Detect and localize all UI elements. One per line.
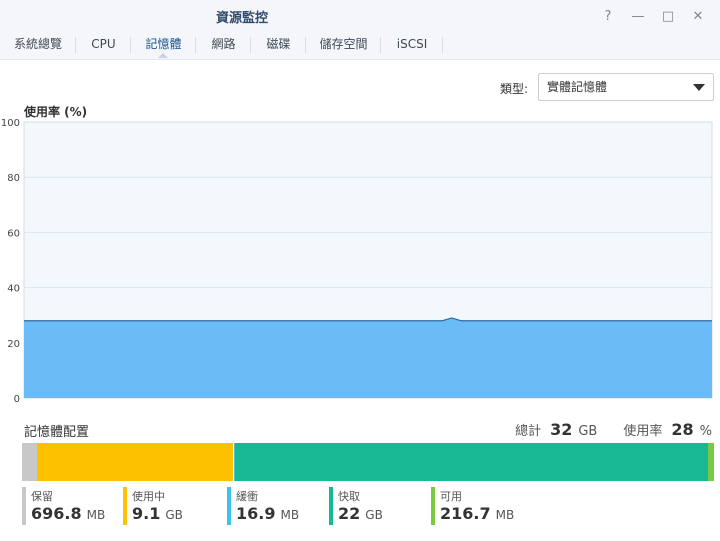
memory-allocation-bar bbox=[22, 443, 714, 481]
legend-name: 保留 bbox=[31, 490, 53, 503]
tab-label: 網路 bbox=[211, 37, 236, 51]
usage-area bbox=[24, 317, 712, 398]
type-filter-value: 實體記憶體 bbox=[547, 80, 608, 94]
legend-unit: MB bbox=[280, 508, 300, 522]
legend-unit: MB bbox=[86, 508, 106, 522]
tab-label: 系統總覽 bbox=[13, 37, 62, 51]
tab-label: 儲存空間 bbox=[319, 37, 368, 51]
legend-item-used: 使用中 9.1 GB bbox=[123, 487, 183, 527]
legend-item-reserved: 保留 696.8 MB bbox=[22, 487, 105, 527]
allocation-legend: 保留 696.8 MB 使用中 9.1 GB 緩衝 16.9 MB 快取 22 GB 可… bbox=[22, 487, 714, 527]
chevron-down-icon bbox=[693, 84, 705, 91]
y-tick-label: 0 bbox=[14, 394, 20, 404]
window-titlebar: 資源監控 ? — □ ✕ bbox=[0, 0, 720, 32]
minimize-icon[interactable]: — bbox=[630, 8, 646, 24]
help-icon[interactable]: ? bbox=[600, 8, 616, 24]
legend-name: 使用中 bbox=[132, 490, 165, 503]
window-title: 資源監控 bbox=[215, 11, 268, 26]
usage-unit: % bbox=[699, 424, 712, 439]
legend-unit: GB bbox=[165, 508, 183, 522]
type-filter-label: 類型: bbox=[500, 82, 529, 96]
allocation-segment-used bbox=[36, 443, 234, 481]
y-tick-label: 20 bbox=[7, 339, 20, 350]
legend-name: 快取 bbox=[338, 490, 360, 503]
tab-iscsi[interactable]: iSCSI bbox=[381, 32, 443, 59]
y-tick-label: 60 bbox=[7, 228, 20, 239]
tab-overview[interactable]: 系統總覽 bbox=[0, 32, 76, 59]
type-filter-dropdown[interactable]: 實體記憶體 bbox=[538, 73, 714, 101]
legend-value: 216.7 bbox=[440, 504, 491, 523]
tab-bar: 系統總覽 CPU 記憶體 網路 磁碟 儲存空間 iSCSI bbox=[0, 32, 720, 60]
legend-item-available: 可用 216.7 MB bbox=[431, 487, 514, 527]
y-tick-label: 80 bbox=[7, 173, 20, 184]
close-icon[interactable]: ✕ bbox=[690, 8, 706, 24]
usage-value: 28 bbox=[671, 420, 694, 439]
allocation-segment-cache bbox=[235, 443, 708, 481]
tab-disk[interactable]: 磁碟 bbox=[251, 32, 306, 59]
legend-unit: MB bbox=[495, 508, 515, 522]
tab-label: 記憶體 bbox=[145, 37, 182, 51]
total-label: 總計 bbox=[515, 424, 542, 439]
tab-cpu[interactable]: CPU bbox=[76, 32, 131, 59]
window-controls: ? — □ ✕ bbox=[600, 8, 706, 24]
allocation-segment-reserved bbox=[22, 443, 37, 481]
legend-item-buffer: 緩衝 16.9 MB bbox=[227, 487, 299, 527]
tab-label: iSCSI bbox=[396, 37, 428, 51]
usage-label: 使用率 bbox=[623, 424, 663, 439]
y-tick-label: 40 bbox=[7, 284, 20, 295]
tab-label: CPU bbox=[91, 37, 116, 51]
legend-value: 9.1 bbox=[132, 504, 161, 523]
legend-name: 可用 bbox=[440, 490, 462, 503]
total-unit: GB bbox=[578, 424, 598, 439]
allocation-segment-available bbox=[707, 443, 714, 481]
allocation-title: 記憶體配置 bbox=[24, 425, 90, 440]
tab-storage[interactable]: 儲存空間 bbox=[306, 32, 381, 59]
legend-item-cache: 快取 22 GB bbox=[329, 487, 383, 527]
legend-value: 696.8 bbox=[31, 504, 82, 523]
legend-value: 22 bbox=[338, 504, 361, 523]
active-tab-indicator bbox=[130, 53, 195, 60]
tab-label: 磁碟 bbox=[266, 37, 291, 51]
tab-network[interactable]: 網路 bbox=[196, 32, 251, 59]
memory-usage-chart: 0 20 40 60 80 100 bbox=[1, 118, 713, 404]
legend-name: 緩衝 bbox=[236, 490, 258, 503]
total-value: 32 bbox=[550, 420, 573, 439]
maximize-icon[interactable]: □ bbox=[660, 8, 676, 24]
legend-unit: GB bbox=[365, 508, 383, 522]
y-tick-label: 100 bbox=[1, 118, 20, 129]
allocation-summary: 總計 32 GB 使用率 28 % bbox=[515, 420, 712, 439]
legend-value: 16.9 bbox=[236, 504, 276, 523]
